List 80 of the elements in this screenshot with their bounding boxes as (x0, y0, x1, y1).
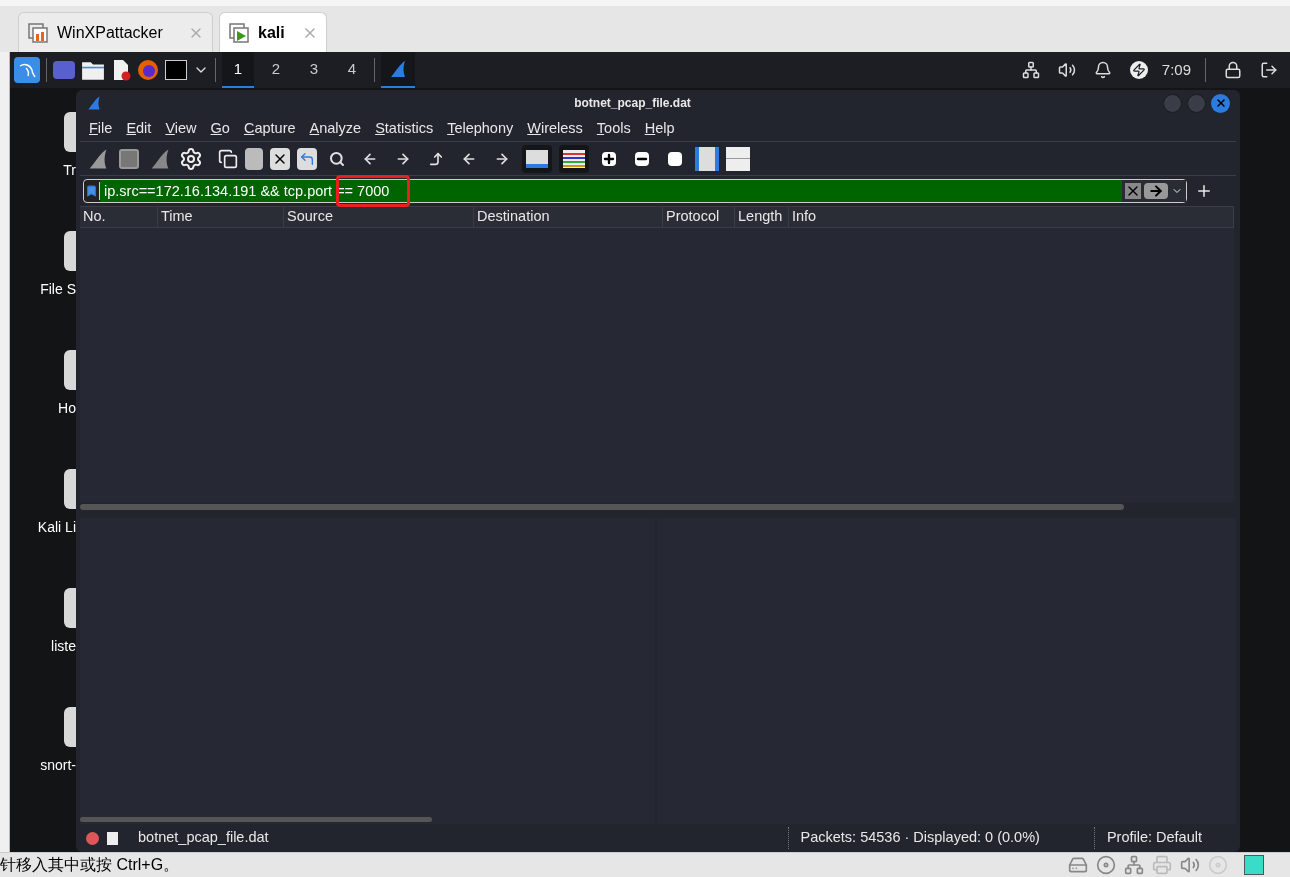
workspace-tab[interactable]: 4 (336, 52, 368, 88)
zoom-out-icon[interactable] (635, 151, 649, 166)
menu-item[interactable]: Statistics (375, 117, 434, 140)
menu-item[interactable]: File (89, 117, 113, 140)
menu-item[interactable]: Telephony (447, 117, 514, 140)
window-title: botnet_pcap_file.dat (573, 95, 692, 112)
normal-size-icon[interactable] (668, 151, 682, 166)
power-icon[interactable] (1129, 61, 1148, 79)
resize-columns-icon[interactable] (695, 146, 719, 171)
logout-icon[interactable] (1260, 61, 1278, 79)
desktop-icon-label[interactable]: snort- (40, 755, 76, 776)
desktop-file-icon[interactable] (64, 231, 76, 271)
menu-item[interactable]: Tools (596, 117, 631, 140)
close-button[interactable] (1211, 93, 1230, 113)
zoom-in-icon[interactable] (602, 151, 616, 166)
vm-icon (27, 21, 49, 44)
workspace-tab[interactable]: 2 (260, 52, 292, 88)
hint-text: 针移入其中或按 Ctrl+G。 (0, 855, 180, 875)
lock-icon[interactable] (1224, 61, 1242, 79)
browser-icon[interactable] (137, 59, 159, 81)
shark-fin-icon (388, 59, 408, 79)
column-header[interactable]: No. (80, 207, 158, 227)
column-header[interactable]: Destination (474, 207, 663, 227)
sound-icon[interactable] (1180, 855, 1200, 875)
tab-label: kali (258, 22, 286, 43)
menu-item[interactable]: Go (210, 117, 230, 140)
workspace-tab[interactable]: 3 (298, 52, 330, 88)
vm-tab[interactable]: WinXPattacker (18, 12, 213, 52)
desktop-icon-label[interactable]: File S (40, 279, 76, 300)
cd-icon[interactable] (1096, 855, 1116, 875)
column-header[interactable]: Time (158, 207, 284, 227)
close-icon[interactable] (1214, 97, 1227, 109)
desktop-file-icon[interactable] (64, 588, 76, 628)
desktop-file-icon[interactable] (64, 707, 76, 747)
edit-comment-icon[interactable] (107, 831, 118, 845)
search-icon[interactable] (329, 150, 345, 167)
desktop-icon-label[interactable]: liste (51, 636, 76, 657)
menu-item[interactable]: Capture (243, 117, 296, 140)
network-icon[interactable] (1021, 61, 1040, 79)
settings-icon[interactable] (179, 146, 203, 171)
layout-icon[interactable] (726, 146, 750, 171)
vm-icon (228, 21, 250, 44)
notification-icon[interactable] (1093, 61, 1112, 79)
colorize-button[interactable] (559, 144, 589, 173)
profile-label[interactable]: Profile: Default (1093, 827, 1202, 849)
close-file-icon[interactable] (270, 147, 290, 170)
tab-label: WinXPattacker (57, 22, 164, 43)
desktop-file-icon[interactable] (64, 112, 76, 152)
text-editor-icon[interactable] (111, 59, 131, 81)
folder-icon[interactable] (81, 59, 105, 81)
kali-menu-icon[interactable] (14, 57, 40, 83)
menu-item[interactable]: View (165, 117, 197, 140)
stop-capture-icon[interactable] (117, 146, 141, 171)
menu-item[interactable]: Edit (126, 117, 152, 140)
desktop-icon-label[interactable]: Ho (58, 398, 76, 419)
taskbar-item[interactable] (381, 52, 415, 88)
desktop-icon-label[interactable]: Kali Li (37, 517, 76, 538)
workspace-tab[interactable]: 1 (222, 52, 254, 88)
menu-item[interactable]: Analyze (309, 117, 362, 140)
reload-file-icon[interactable] (297, 147, 317, 170)
menu-item[interactable]: Wireless (527, 117, 583, 140)
volume-icon[interactable] (1057, 61, 1076, 79)
column-header[interactable]: Length (735, 207, 789, 227)
wireshark-icon (86, 95, 102, 111)
status-file-name: botnet_pcap_file.dat (138, 828, 270, 848)
packet-count: Packets: 54536 · Displayed: 0 (0.0%) (787, 827, 1040, 849)
column-header[interactable]: Info (789, 207, 1234, 227)
clock[interactable]: 7:09 (1161, 58, 1191, 82)
desktop-file-icon[interactable] (64, 350, 76, 390)
desktop-icon-label[interactable]: Tr (63, 160, 76, 181)
column-header[interactable]: Source (284, 207, 474, 227)
menu-item[interactable]: Help (644, 117, 675, 140)
vm-tab[interactable]: kali (219, 12, 327, 52)
add-button[interactable] (1195, 182, 1213, 200)
curved-arrow-icon[interactable] (428, 150, 444, 167)
desktop-file-icon[interactable] (64, 469, 76, 509)
autoscroll-button[interactable] (522, 144, 552, 173)
scrollbar[interactable] (80, 504, 1124, 510)
message-icon[interactable] (1244, 855, 1264, 875)
column-header[interactable]: Protocol (663, 207, 735, 227)
